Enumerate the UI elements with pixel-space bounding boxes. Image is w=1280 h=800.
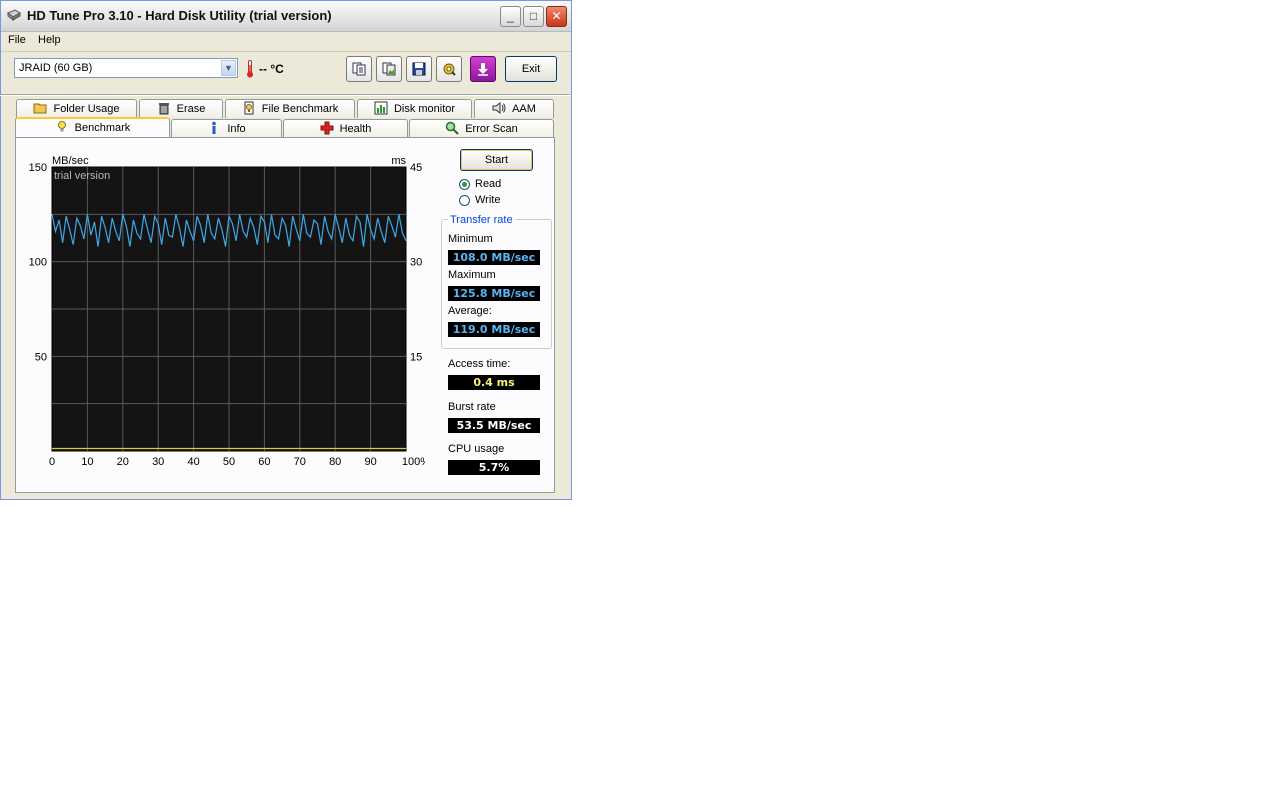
title-bar[interactable]: HD Tune Pro 3.10 - Hard Disk Utility (tr…	[1, 1, 571, 32]
x-tick-label: 20	[117, 456, 129, 468]
lightbulb-icon	[57, 121, 66, 132]
menu-file[interactable]: File	[8, 34, 26, 46]
tab-disk-monitor[interactable]: Disk monitor	[357, 99, 472, 118]
chart-bars-icon	[374, 101, 388, 115]
save-icon	[412, 62, 426, 76]
left-tick-label: 100	[29, 257, 47, 269]
access-time-value: 0.4 ms	[448, 375, 540, 390]
x-tick-label: 0	[49, 456, 55, 468]
average-label: Average:	[448, 305, 492, 317]
transfer-rate-title: Transfer rate	[448, 214, 515, 226]
trash-icon	[158, 103, 169, 115]
thermometer-icon	[247, 60, 253, 78]
maximum-label: Maximum	[448, 269, 496, 281]
read-label[interactable]: Read	[475, 178, 501, 190]
x-tick-label: 60	[258, 456, 270, 468]
tab-label: Info	[227, 123, 246, 135]
write-label[interactable]: Write	[475, 194, 500, 206]
tab-info[interactable]: Info	[171, 119, 282, 138]
copy-text-icon	[352, 62, 366, 76]
chevron-down-icon[interactable]: ▼	[221, 60, 236, 76]
tab-health[interactable]: Health	[283, 119, 408, 138]
burst-rate-label: Burst rate	[448, 401, 496, 413]
tab-label: AAM	[512, 103, 536, 115]
info-icon	[212, 121, 217, 134]
access-time-label: Access time:	[448, 358, 511, 370]
options-icon	[442, 62, 456, 76]
tab-label: Benchmark	[74, 122, 131, 134]
speaker-icon	[492, 102, 506, 114]
right-axis-unit: ms	[391, 155, 406, 167]
left-axis-unit: MB/sec	[52, 155, 89, 167]
drive-select-value: JRAID (60 GB)	[19, 62, 93, 74]
copy-text-button[interactable]	[346, 56, 372, 82]
radio-selected-dot	[462, 182, 467, 187]
exit-button[interactable]: Exit	[505, 56, 557, 82]
burst-rate-value: 53.5 MB/sec	[448, 418, 540, 433]
x-tick-label: 10	[81, 456, 93, 468]
start-button[interactable]: Start	[460, 149, 533, 171]
options-button[interactable]	[436, 56, 462, 82]
minimize-button[interactable]: _	[500, 6, 521, 27]
trial-watermark: trial version	[54, 170, 110, 182]
tab-label: File Benchmark	[261, 103, 339, 115]
right-tick-label: 30	[410, 257, 422, 269]
minimum-label: Minimum	[448, 233, 493, 245]
average-value: 119.0 MB/sec	[448, 322, 540, 337]
tab-error-scan[interactable]: Error Scan	[409, 119, 554, 138]
tab-label: Error Scan	[465, 123, 518, 135]
x-tick-label: 80	[329, 456, 341, 468]
x-tick-label: 30	[152, 456, 164, 468]
app-disk-icon	[7, 9, 21, 21]
tab-benchmark[interactable]: Benchmark	[15, 117, 170, 138]
read-radio[interactable]	[459, 179, 470, 190]
x-tick-label: 90	[364, 456, 376, 468]
download-button[interactable]	[470, 56, 496, 82]
drive-select[interactable]: JRAID (60 GB) ▼	[14, 58, 238, 78]
copy-image-icon	[382, 62, 396, 76]
benchmark-chart: trial version MB/sec ms 150100504530150 1…	[29, 155, 425, 468]
tab-folder-usage[interactable]: Folder Usage	[16, 99, 137, 118]
temperature-readout: -- °C	[259, 62, 284, 76]
tab-label: Erase	[176, 103, 206, 115]
toolbar-divider	[0, 94, 570, 96]
maximum-value: 125.8 MB/sec	[448, 286, 540, 301]
health-cross-icon	[320, 121, 334, 135]
cpu-usage-label: CPU usage	[448, 443, 505, 455]
window-title: HD Tune Pro 3.10 - Hard Disk Utility (tr…	[27, 8, 332, 23]
x-tick-label: 100%	[402, 456, 425, 468]
right-tick-label: 15	[410, 351, 422, 363]
tab-file-benchmark[interactable]: File Benchmark	[225, 99, 355, 118]
close-button[interactable]: ✕	[546, 6, 567, 27]
tab-label: Disk monitor	[393, 103, 456, 115]
x-tick-label: 50	[223, 456, 235, 468]
tab-erase[interactable]: Erase	[139, 99, 223, 118]
download-icon	[476, 62, 490, 76]
maximize-button[interactable]: □	[523, 6, 544, 27]
tab-label: Folder Usage	[53, 103, 120, 115]
folder-icon	[33, 103, 47, 114]
cpu-usage-value: 5.7%	[448, 460, 540, 475]
tab-label: Health	[339, 123, 372, 135]
tab-aam[interactable]: AAM	[474, 99, 554, 118]
x-tick-label: 70	[294, 456, 306, 468]
left-tick-label: 50	[35, 351, 47, 363]
right-tick-label: 45	[410, 162, 422, 174]
write-radio[interactable]	[459, 195, 470, 206]
menu-bar: File Help	[1, 31, 571, 52]
x-tick-label: 40	[187, 456, 199, 468]
copy-image-button[interactable]	[376, 56, 402, 82]
file-benchmark-icon	[244, 101, 254, 115]
magnifier-icon	[445, 121, 459, 135]
minimum-value: 108.0 MB/sec	[448, 250, 540, 265]
left-tick-label: 150	[29, 162, 47, 174]
save-button[interactable]	[406, 56, 432, 82]
menu-help[interactable]: Help	[38, 34, 61, 46]
